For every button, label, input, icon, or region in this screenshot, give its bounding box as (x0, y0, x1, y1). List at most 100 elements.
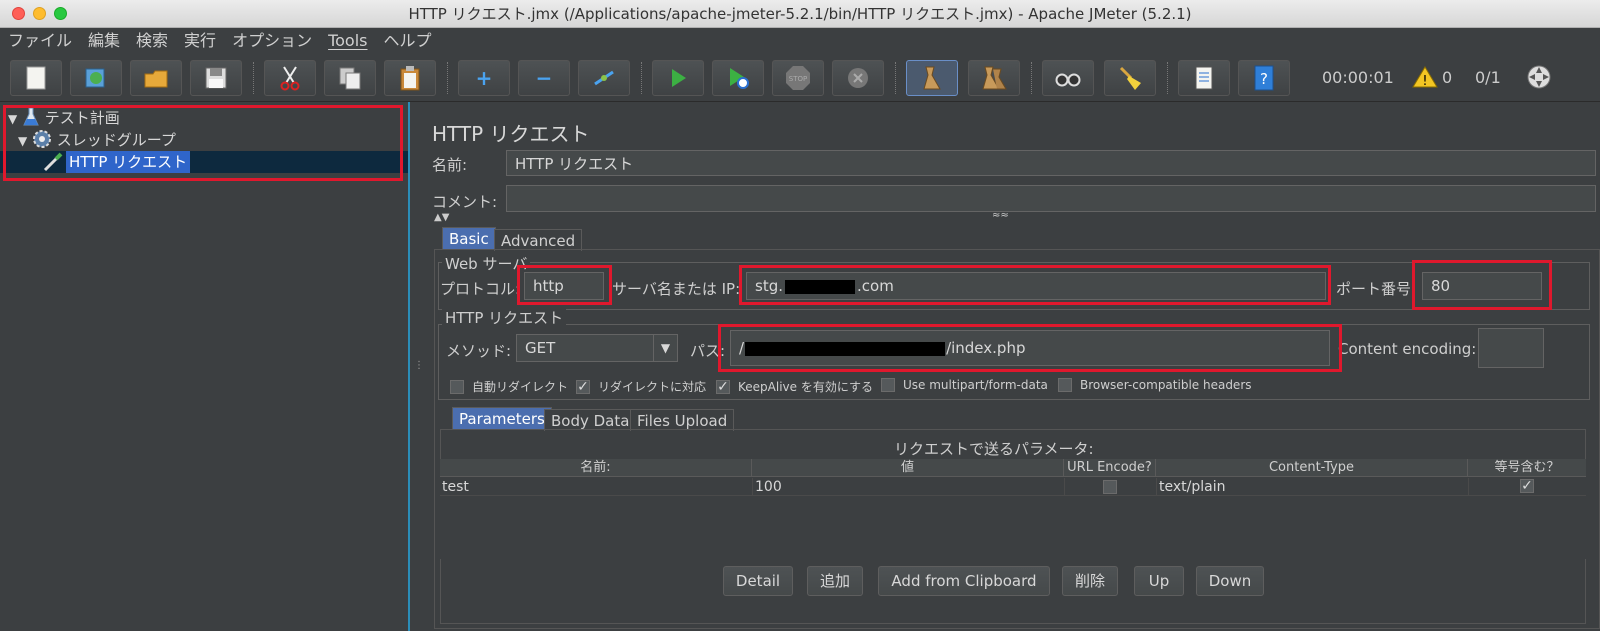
menu-bar: ファイル 編集 検索 実行 オプション Tools ヘルプ (0, 28, 1600, 52)
warning-icon[interactable]: ! (1412, 65, 1438, 89)
content-encoding-label: Content encoding: (1338, 340, 1477, 358)
param-name-cell[interactable]: test (442, 478, 469, 496)
open-button[interactable] (130, 60, 182, 96)
redacted-mask (785, 280, 855, 294)
column-divider (1468, 478, 1469, 496)
collapse-button[interactable]: − (518, 60, 570, 96)
checkbox-unchecked-icon (450, 379, 464, 394)
param-value-cell[interactable]: 100 (755, 478, 782, 496)
toolbar-separator (1031, 62, 1032, 94)
thread-count: 0/1 (1475, 68, 1501, 87)
help-button[interactable]: ? (1238, 60, 1290, 96)
expand-triangle-icon[interactable]: ▼ (8, 112, 17, 126)
url-encode-checkbox[interactable] (1103, 480, 1117, 494)
menu-search[interactable]: 検索 (128, 28, 176, 52)
redacted-mask (745, 342, 946, 356)
path-value-prefix: / (739, 339, 745, 357)
copy-icon (339, 67, 361, 90)
menu-help[interactable]: ヘルプ (376, 28, 440, 52)
tree-item-http-request[interactable]: HTTP リクエスト (0, 151, 408, 173)
detail-button[interactable]: Detail (723, 566, 793, 596)
split-pane-divider[interactable]: ⋮⋮ (412, 102, 432, 631)
copy-button[interactable] (324, 60, 376, 96)
follow-redirects-auto-checkbox[interactable]: 自動リダイレクト (450, 378, 568, 395)
tab-body-data[interactable]: Body Data (544, 409, 637, 431)
save-button[interactable] (190, 60, 242, 96)
protocol-field[interactable]: http (524, 272, 604, 300)
reset-search-button[interactable] (1104, 60, 1156, 96)
close-window-button[interactable] (12, 7, 25, 20)
up-button[interactable]: Up (1134, 566, 1184, 596)
maximize-window-button[interactable] (54, 7, 67, 20)
function-helper-icon (1195, 66, 1213, 90)
menu-file[interactable]: ファイル (0, 28, 80, 52)
shutdown-button[interactable] (832, 60, 884, 96)
name-field[interactable]: HTTP リクエスト (506, 150, 1596, 176)
clear-button[interactable] (906, 60, 958, 96)
start-no-pause-button[interactable] (712, 60, 764, 96)
start-icon (672, 69, 686, 87)
menu-run[interactable]: 実行 (176, 28, 224, 52)
toggle-button[interactable] (578, 60, 630, 96)
stop-button[interactable]: STOP (772, 60, 824, 96)
multipart-checkbox[interactable]: Use multipart/form-data (881, 378, 1048, 392)
content-type-cell[interactable]: text/plain (1159, 478, 1225, 496)
port-field[interactable]: 80 (1422, 272, 1542, 300)
add-button[interactable]: 追加 (807, 566, 863, 596)
comment-field[interactable] (506, 185, 1596, 212)
browser-headers-checkbox[interactable]: Browser-compatible headers (1058, 378, 1252, 392)
function-helper-button[interactable] (1178, 60, 1230, 96)
column-header-name[interactable]: 名前: (440, 459, 752, 477)
tab-basic[interactable]: Basic (442, 227, 496, 249)
server-value-suffix: .com (857, 277, 894, 295)
tree-item-label: HTTP リクエスト (66, 151, 191, 173)
path-field[interactable]: / /index.php (730, 330, 1330, 366)
resize-grip-icon[interactable]: ≈≈ (992, 210, 1009, 221)
tab-parameters[interactable]: Parameters (452, 407, 552, 429)
start-no-pause-icon (730, 68, 749, 89)
delete-button[interactable]: 削除 (1062, 566, 1118, 596)
search-button[interactable] (1042, 60, 1094, 96)
column-header-url-encode[interactable]: URL Encode? (1064, 459, 1156, 477)
start-button[interactable] (652, 60, 704, 96)
content-encoding-field[interactable] (1478, 328, 1544, 368)
column-divider (752, 478, 753, 496)
server-field[interactable]: stg. .com (746, 272, 1326, 300)
table-row[interactable]: test 100 text/plain ✓ (440, 478, 1586, 496)
method-label: メソッド: (446, 342, 512, 360)
down-button[interactable]: Down (1196, 566, 1264, 596)
window-title: HTTP リクエスト.jmx (/Applications/apache-jme… (408, 5, 1192, 23)
panel-title: HTTP リクエスト (432, 122, 590, 146)
path-value-suffix: /index.php (946, 339, 1026, 357)
column-header-include-equals[interactable]: 等号含む？ (1468, 459, 1586, 477)
follow-redirects-checkbox[interactable]: ✓ リダイレクトに対応 (576, 378, 706, 395)
checkbox-label: 自動リダイレクト (472, 380, 569, 394)
keepalive-checkbox[interactable]: ✓ KeepAlive を有効にする (716, 378, 873, 395)
tree-item-test-plan[interactable]: ▼ テスト計画 (8, 107, 120, 129)
minimize-window-button[interactable] (33, 7, 46, 20)
expand-triangle-icon[interactable]: ▼ (18, 134, 27, 148)
tab-advanced[interactable]: Advanced (494, 229, 583, 251)
column-header-content-type[interactable]: Content-Type (1156, 459, 1468, 477)
tab-files-upload[interactable]: Files Upload (630, 409, 735, 431)
menu-tools[interactable]: Tools (320, 28, 375, 52)
menu-options[interactable]: オプション (224, 28, 320, 52)
minus-icon: − (535, 66, 553, 90)
checkmark-icon: ✓ (716, 378, 730, 395)
clear-all-button[interactable] (968, 60, 1020, 96)
paste-button[interactable] (384, 60, 436, 96)
column-header-value[interactable]: 値 (752, 459, 1064, 477)
plus-icon: + (475, 66, 493, 90)
include-equals-checkbox[interactable]: ✓ (1520, 479, 1534, 493)
add-from-clipboard-button[interactable]: Add from Clipboard (878, 566, 1050, 596)
new-file-button[interactable] (10, 60, 62, 96)
menu-edit[interactable]: 編集 (80, 28, 128, 52)
method-select[interactable]: GET ▼ (516, 334, 678, 362)
expand-button[interactable]: + (458, 60, 510, 96)
toolbar: + − STOP ? 00:00:01 ! 0 0/1 (0, 52, 1600, 102)
remote-status-icon[interactable] (1526, 64, 1552, 90)
templates-button[interactable] (70, 60, 122, 96)
collapse-arrows-icon[interactable]: ▲▼ (434, 212, 449, 223)
tree-item-thread-group[interactable]: ▼ スレッドグループ (18, 129, 176, 151)
cut-button[interactable] (264, 60, 316, 96)
